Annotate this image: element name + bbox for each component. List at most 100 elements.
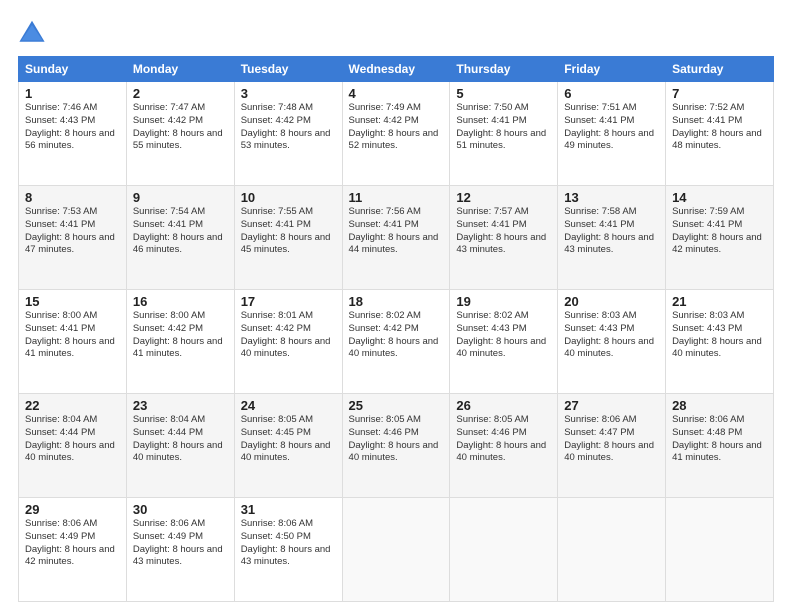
logo (18, 18, 50, 46)
day-cell: 3 Sunrise: 7:48 AMSunset: 4:42 PMDayligh… (234, 82, 342, 186)
day-info: Sunrise: 7:50 AMSunset: 4:41 PMDaylight:… (456, 102, 546, 151)
calendar-header: SundayMondayTuesdayWednesdayThursdayFrid… (19, 57, 774, 82)
day-number: 8 (25, 190, 120, 205)
day-number: 25 (349, 398, 444, 413)
day-info: Sunrise: 7:52 AMSunset: 4:41 PMDaylight:… (672, 102, 762, 151)
day-cell: 11 Sunrise: 7:56 AMSunset: 4:41 PMDaylig… (342, 186, 450, 290)
week-row-2: 8 Sunrise: 7:53 AMSunset: 4:41 PMDayligh… (19, 186, 774, 290)
day-number: 10 (241, 190, 336, 205)
day-info: Sunrise: 7:58 AMSunset: 4:41 PMDaylight:… (564, 206, 654, 255)
day-cell: 16 Sunrise: 8:00 AMSunset: 4:42 PMDaylig… (126, 290, 234, 394)
day-number: 5 (456, 86, 551, 101)
day-info: Sunrise: 7:51 AMSunset: 4:41 PMDaylight:… (564, 102, 654, 151)
day-number: 27 (564, 398, 659, 413)
header-cell-tuesday: Tuesday (234, 57, 342, 82)
day-cell: 2 Sunrise: 7:47 AMSunset: 4:42 PMDayligh… (126, 82, 234, 186)
page: SundayMondayTuesdayWednesdayThursdayFrid… (0, 0, 792, 612)
day-info: Sunrise: 8:00 AMSunset: 4:42 PMDaylight:… (133, 310, 223, 359)
day-cell: 21 Sunrise: 8:03 AMSunset: 4:43 PMDaylig… (666, 290, 774, 394)
day-number: 30 (133, 502, 228, 517)
day-number: 31 (241, 502, 336, 517)
day-number: 17 (241, 294, 336, 309)
day-number: 24 (241, 398, 336, 413)
header-cell-sunday: Sunday (19, 57, 127, 82)
day-info: Sunrise: 8:06 AMSunset: 4:49 PMDaylight:… (25, 518, 115, 567)
day-cell (666, 498, 774, 602)
day-cell: 25 Sunrise: 8:05 AMSunset: 4:46 PMDaylig… (342, 394, 450, 498)
week-row-4: 22 Sunrise: 8:04 AMSunset: 4:44 PMDaylig… (19, 394, 774, 498)
day-cell: 18 Sunrise: 8:02 AMSunset: 4:42 PMDaylig… (342, 290, 450, 394)
day-cell (558, 498, 666, 602)
day-number: 11 (349, 190, 444, 205)
day-info: Sunrise: 8:02 AMSunset: 4:43 PMDaylight:… (456, 310, 546, 359)
day-number: 15 (25, 294, 120, 309)
day-info: Sunrise: 8:06 AMSunset: 4:48 PMDaylight:… (672, 414, 762, 463)
day-info: Sunrise: 8:02 AMSunset: 4:42 PMDaylight:… (349, 310, 439, 359)
day-info: Sunrise: 7:49 AMSunset: 4:42 PMDaylight:… (349, 102, 439, 151)
day-number: 4 (349, 86, 444, 101)
header-cell-thursday: Thursday (450, 57, 558, 82)
day-cell: 26 Sunrise: 8:05 AMSunset: 4:46 PMDaylig… (450, 394, 558, 498)
day-cell: 27 Sunrise: 8:06 AMSunset: 4:47 PMDaylig… (558, 394, 666, 498)
day-number: 22 (25, 398, 120, 413)
day-cell: 6 Sunrise: 7:51 AMSunset: 4:41 PMDayligh… (558, 82, 666, 186)
day-info: Sunrise: 8:03 AMSunset: 4:43 PMDaylight:… (564, 310, 654, 359)
day-info: Sunrise: 8:06 AMSunset: 4:49 PMDaylight:… (133, 518, 223, 567)
day-cell: 14 Sunrise: 7:59 AMSunset: 4:41 PMDaylig… (666, 186, 774, 290)
day-cell: 10 Sunrise: 7:55 AMSunset: 4:41 PMDaylig… (234, 186, 342, 290)
header-cell-wednesday: Wednesday (342, 57, 450, 82)
day-info: Sunrise: 7:46 AMSunset: 4:43 PMDaylight:… (25, 102, 115, 151)
calendar-body: 1 Sunrise: 7:46 AMSunset: 4:43 PMDayligh… (19, 82, 774, 602)
day-cell (450, 498, 558, 602)
day-number: 28 (672, 398, 767, 413)
week-row-3: 15 Sunrise: 8:00 AMSunset: 4:41 PMDaylig… (19, 290, 774, 394)
day-cell: 24 Sunrise: 8:05 AMSunset: 4:45 PMDaylig… (234, 394, 342, 498)
week-row-1: 1 Sunrise: 7:46 AMSunset: 4:43 PMDayligh… (19, 82, 774, 186)
header-cell-monday: Monday (126, 57, 234, 82)
day-cell: 19 Sunrise: 8:02 AMSunset: 4:43 PMDaylig… (450, 290, 558, 394)
day-cell: 7 Sunrise: 7:52 AMSunset: 4:41 PMDayligh… (666, 82, 774, 186)
day-number: 13 (564, 190, 659, 205)
day-info: Sunrise: 7:57 AMSunset: 4:41 PMDaylight:… (456, 206, 546, 255)
header (18, 18, 774, 46)
day-info: Sunrise: 7:55 AMSunset: 4:41 PMDaylight:… (241, 206, 331, 255)
day-info: Sunrise: 7:48 AMSunset: 4:42 PMDaylight:… (241, 102, 331, 151)
logo-icon (18, 18, 46, 46)
day-cell: 29 Sunrise: 8:06 AMSunset: 4:49 PMDaylig… (19, 498, 127, 602)
day-info: Sunrise: 7:53 AMSunset: 4:41 PMDaylight:… (25, 206, 115, 255)
day-info: Sunrise: 7:59 AMSunset: 4:41 PMDaylight:… (672, 206, 762, 255)
day-cell: 17 Sunrise: 8:01 AMSunset: 4:42 PMDaylig… (234, 290, 342, 394)
day-number: 20 (564, 294, 659, 309)
day-cell: 1 Sunrise: 7:46 AMSunset: 4:43 PMDayligh… (19, 82, 127, 186)
day-cell: 31 Sunrise: 8:06 AMSunset: 4:50 PMDaylig… (234, 498, 342, 602)
day-number: 3 (241, 86, 336, 101)
day-info: Sunrise: 8:05 AMSunset: 4:46 PMDaylight:… (349, 414, 439, 463)
day-info: Sunrise: 8:04 AMSunset: 4:44 PMDaylight:… (133, 414, 223, 463)
day-cell: 4 Sunrise: 7:49 AMSunset: 4:42 PMDayligh… (342, 82, 450, 186)
day-number: 29 (25, 502, 120, 517)
day-info: Sunrise: 8:05 AMSunset: 4:45 PMDaylight:… (241, 414, 331, 463)
day-info: Sunrise: 8:01 AMSunset: 4:42 PMDaylight:… (241, 310, 331, 359)
header-row: SundayMondayTuesdayWednesdayThursdayFrid… (19, 57, 774, 82)
day-info: Sunrise: 8:06 AMSunset: 4:47 PMDaylight:… (564, 414, 654, 463)
day-number: 14 (672, 190, 767, 205)
day-cell: 28 Sunrise: 8:06 AMSunset: 4:48 PMDaylig… (666, 394, 774, 498)
day-number: 2 (133, 86, 228, 101)
week-row-5: 29 Sunrise: 8:06 AMSunset: 4:49 PMDaylig… (19, 498, 774, 602)
day-cell (342, 498, 450, 602)
day-number: 21 (672, 294, 767, 309)
header-cell-saturday: Saturday (666, 57, 774, 82)
day-info: Sunrise: 7:54 AMSunset: 4:41 PMDaylight:… (133, 206, 223, 255)
day-number: 6 (564, 86, 659, 101)
day-number: 1 (25, 86, 120, 101)
day-cell: 30 Sunrise: 8:06 AMSunset: 4:49 PMDaylig… (126, 498, 234, 602)
day-cell: 15 Sunrise: 8:00 AMSunset: 4:41 PMDaylig… (19, 290, 127, 394)
day-number: 26 (456, 398, 551, 413)
day-cell: 23 Sunrise: 8:04 AMSunset: 4:44 PMDaylig… (126, 394, 234, 498)
day-info: Sunrise: 7:56 AMSunset: 4:41 PMDaylight:… (349, 206, 439, 255)
header-cell-friday: Friday (558, 57, 666, 82)
day-number: 19 (456, 294, 551, 309)
day-info: Sunrise: 8:03 AMSunset: 4:43 PMDaylight:… (672, 310, 762, 359)
day-cell: 8 Sunrise: 7:53 AMSunset: 4:41 PMDayligh… (19, 186, 127, 290)
day-cell: 5 Sunrise: 7:50 AMSunset: 4:41 PMDayligh… (450, 82, 558, 186)
